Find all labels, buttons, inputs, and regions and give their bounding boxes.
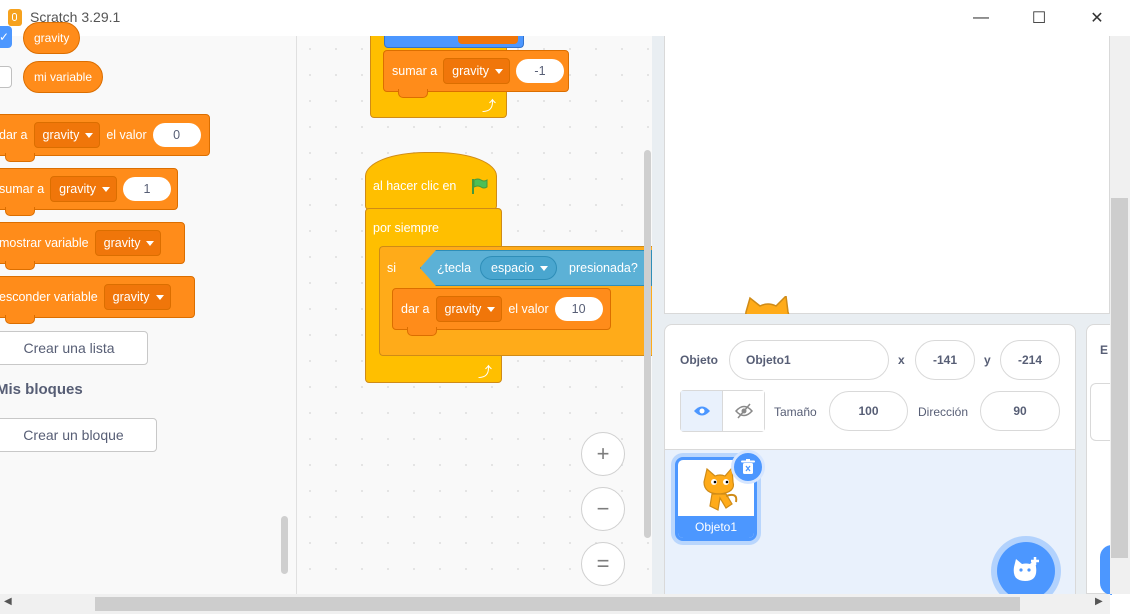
sensing-prefix: ¿tecla	[437, 261, 472, 275]
variable-dropdown[interactable]: gravity	[94, 230, 162, 256]
variable-reporter-gravity[interactable]: gravity	[23, 22, 81, 54]
x-label: x	[898, 353, 905, 367]
x-field[interactable]: -141	[915, 340, 975, 380]
dropdown-value: gravity	[103, 236, 141, 250]
block-label: mostrar variable	[0, 236, 89, 250]
scroll-left-arrow-icon[interactable]: ◀	[4, 596, 12, 607]
dropdown-value: espacio	[491, 261, 535, 275]
caret-down-icon	[487, 306, 496, 312]
key-dropdown[interactable]: espacio	[480, 256, 558, 280]
caret-down-icon	[85, 132, 94, 138]
variable-name: gravity	[34, 31, 70, 45]
zoom-in-button[interactable]: +	[581, 432, 625, 476]
forever-label: por siempre	[373, 221, 439, 235]
vertical-scroll-thumb[interactable]	[1111, 198, 1128, 558]
sprite-tile-name: Objeto1	[678, 516, 754, 538]
block-label: el valor	[106, 128, 147, 142]
caret-down-icon	[146, 240, 155, 246]
variable-dropdown[interactable]: gravity	[103, 284, 171, 310]
block-notch	[407, 327, 437, 336]
caret-down-icon	[101, 186, 110, 192]
sensing-suffix: presionada?	[569, 261, 638, 275]
show-variable-block[interactable]: mostrar variable gravity	[0, 222, 185, 270]
block-notch	[5, 153, 35, 162]
dropdown-value: gravity	[452, 64, 489, 78]
workspace-set-variable-block[interactable]: dar a gravity el valor 10	[392, 288, 611, 336]
minimize-button[interactable]: —	[958, 0, 1004, 36]
add-sprite-cat-icon[interactable]	[997, 542, 1055, 600]
loop-arrow-icon: ⤴	[478, 364, 492, 380]
sprite-cat-on-stage[interactable]	[742, 296, 794, 314]
stage-thumbnail[interactable]	[1090, 383, 1110, 441]
block-label: dar a	[401, 302, 430, 316]
green-flag-icon	[470, 177, 488, 195]
block-notch	[398, 89, 428, 98]
y-field[interactable]: -214	[1000, 340, 1060, 380]
hat-label: al hacer clic en	[373, 179, 457, 193]
dropdown-value: gravity	[42, 128, 80, 142]
direction-field[interactable]: 90	[980, 391, 1060, 431]
workspace-change-variable-block[interactable]: sumar a gravity -1	[383, 50, 569, 98]
number-input[interactable]: 1	[122, 177, 171, 201]
change-variable-block[interactable]: sumar a gravity 1	[0, 168, 178, 216]
caret-down-icon	[540, 265, 549, 271]
show-sprite-eye-icon[interactable]	[681, 391, 723, 431]
dropdown-value: gravity	[444, 302, 482, 316]
sprite-label: Objeto	[680, 353, 718, 367]
partial-variable-reporter	[458, 36, 518, 44]
block-notch	[5, 315, 35, 324]
number-input[interactable]: -1	[515, 59, 564, 83]
size-field[interactable]: 100	[829, 391, 908, 431]
make-list-button[interactable]: Crear una lista	[0, 331, 148, 365]
number-input[interactable]: 10	[554, 297, 603, 321]
zoom-out-button[interactable]: −	[581, 487, 625, 531]
delete-sprite-trash-icon[interactable]	[731, 450, 765, 484]
variable-dropdown[interactable]: gravity	[33, 122, 101, 148]
scroll-right-arrow-icon[interactable]: ▶	[1095, 596, 1103, 607]
caret-down-icon	[155, 294, 164, 300]
size-label: Tamaño	[774, 405, 817, 419]
block-label: sumar a	[392, 64, 438, 78]
block-label: el valor	[508, 302, 549, 316]
sprite-name-field[interactable]: Objeto1	[729, 340, 889, 380]
zoom-reset-button[interactable]: =	[581, 542, 625, 586]
block-label: esconder variable	[0, 290, 98, 304]
workspace-scrollbar[interactable]	[644, 150, 651, 538]
caret-down-icon	[494, 68, 503, 74]
set-variable-block[interactable]: dar a gravity el valor 0	[0, 114, 210, 162]
y-label: y	[984, 353, 991, 367]
variable-dropdown[interactable]: gravity	[50, 176, 117, 202]
my-blocks-heading: Mis bloques	[0, 381, 83, 398]
hide-sprite-eye-slash-icon[interactable]	[723, 391, 764, 431]
direction-label: Dirección	[918, 405, 969, 419]
stage-canvas[interactable]	[664, 36, 1110, 314]
dropdown-value: gravity	[59, 182, 96, 196]
maximize-button[interactable]: ☐	[1016, 0, 1062, 36]
variable-checkbox-mi-variable[interactable]	[0, 66, 12, 88]
variable-dropdown[interactable]: gravity	[443, 58, 510, 84]
block-notch	[5, 207, 35, 216]
stage-panel-label: E	[1100, 343, 1109, 357]
palette-scrollbar[interactable]	[281, 516, 288, 574]
variable-dropdown[interactable]: gravity	[435, 296, 503, 322]
block-notch	[5, 261, 35, 270]
dropdown-value: gravity	[112, 290, 150, 304]
variable-name: mi variable	[34, 70, 93, 84]
variable-checkbox-gravity[interactable]: ✓	[0, 26, 12, 48]
make-block-button[interactable]: Crear un bloque	[0, 418, 157, 452]
loop-arrow-icon: ⤴	[482, 98, 496, 114]
if-label: si	[387, 261, 397, 275]
horizontal-scroll-thumb[interactable]	[95, 597, 1020, 611]
close-button[interactable]: ✕	[1074, 0, 1120, 36]
visibility-toggle	[680, 390, 765, 432]
variable-reporter-mi-variable[interactable]: mi variable	[23, 61, 104, 93]
number-input[interactable]: 0	[152, 123, 201, 147]
block-label: sumar a	[0, 182, 45, 196]
scratch-app-icon	[8, 9, 22, 26]
block-label: dar a	[0, 128, 28, 142]
hide-variable-block[interactable]: esconder variable gravity	[0, 276, 195, 324]
